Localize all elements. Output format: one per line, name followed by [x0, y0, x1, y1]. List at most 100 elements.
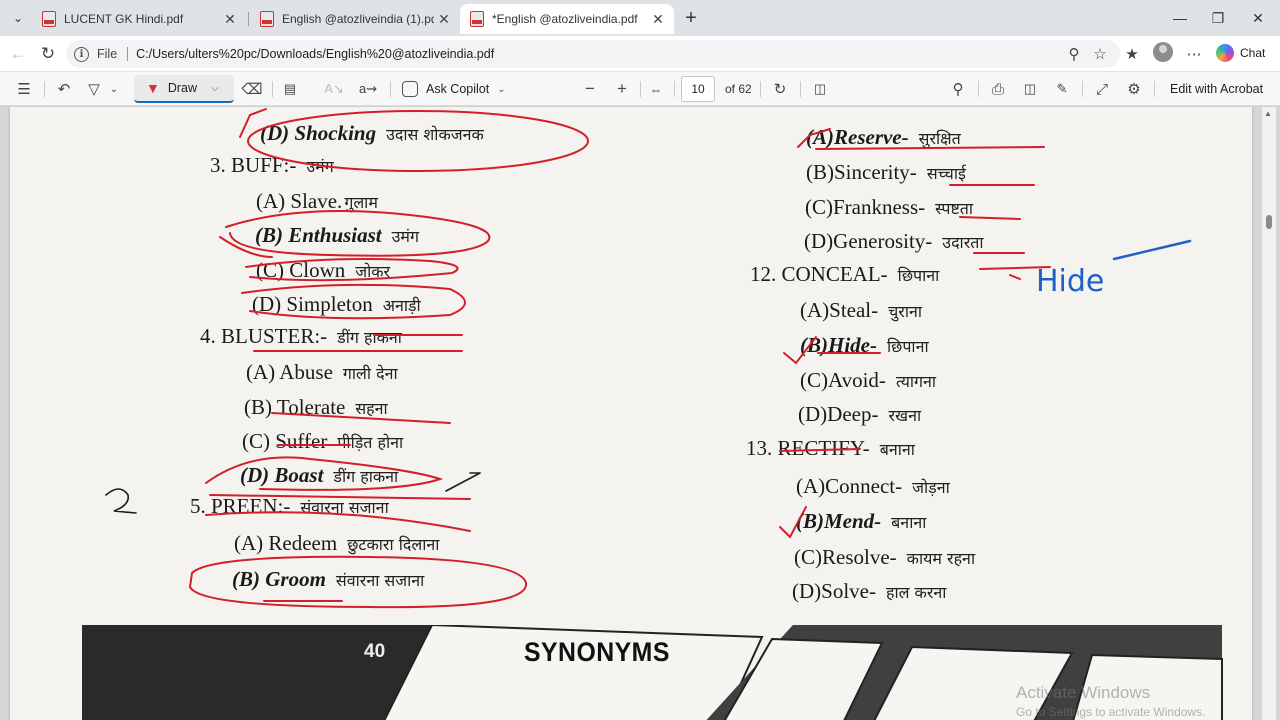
toolbar-separator [978, 81, 979, 97]
toolbar-separator [800, 81, 801, 97]
fullscreen-icon[interactable]: ⤢ [1090, 77, 1114, 101]
zoom-out-icon[interactable]: − [578, 77, 602, 101]
ink-underline-reserve [815, 146, 1045, 150]
address-bar[interactable]: i File C:/Users/ulters%20pc/Downloads/En… [66, 40, 1120, 68]
ink-underline-rectify [779, 448, 861, 452]
zoom-icon[interactable]: ⚲ [1062, 42, 1086, 66]
ink-circle-clown [245, 258, 459, 282]
toolbar-separator [760, 81, 761, 97]
toolbar-separator [674, 81, 675, 97]
ink-tick-black [445, 472, 481, 492]
close-tab-icon[interactable]: ✕ [434, 9, 454, 29]
pdf-file-icon [42, 11, 56, 27]
tab-title: *English @atozliveindia.pdf [492, 12, 638, 26]
toolbar-separator [272, 81, 273, 97]
activate-windows-title: Activate Windows [1016, 683, 1151, 702]
contents-icon[interactable]: ☰ [12, 77, 36, 101]
tab-actions-menu-icon[interactable]: ⌄ [6, 6, 30, 30]
toolbar-separator [44, 81, 45, 97]
read-aloud-icon[interactable]: a⇝ [356, 77, 380, 101]
ink-tick-mend [779, 506, 807, 539]
save-icon[interactable]: ◫ [1018, 77, 1042, 101]
tab-lucent-gk[interactable]: LUCENT GK Hindi.pdf ✕ [32, 4, 246, 34]
toolbar-separator [1082, 81, 1083, 97]
rotate-icon[interactable]: ↻ [768, 77, 792, 101]
ink-stroke [1009, 274, 1021, 280]
ink-underline-frankness [959, 216, 1021, 220]
ask-copilot-button[interactable]: Ask Copilot ⌄ [402, 77, 506, 101]
pen-icon: ▼ [146, 80, 160, 96]
more-options-icon[interactable]: ⋯ [1182, 42, 1206, 66]
draw-label: Draw [167, 81, 198, 95]
fit-page-icon[interactable]: ⇔ [644, 77, 668, 101]
reload-icon[interactable]: ↻ [36, 42, 60, 66]
favorite-star-icon[interactable]: ☆ [1088, 42, 1112, 66]
ask-copilot-label: Ask Copilot [426, 82, 490, 96]
ink-numeral [105, 488, 137, 514]
site-info-icon[interactable]: i [74, 46, 89, 62]
url-path: C:/Users/ulters%20pc/Downloads/English%2… [136, 47, 495, 61]
edit-with-acrobat-button[interactable]: Edit with Acrobat [1170, 82, 1263, 96]
toolbar-separator [640, 81, 641, 97]
document-viewer: (D) Shocking उदास शोकजनक 3. BUFF:- उमंग (A… [0, 107, 1280, 720]
ink-box-groom [188, 555, 528, 609]
pdf-file-icon [260, 11, 274, 27]
toolbar-separator [390, 81, 391, 97]
page-total: of 62 [725, 82, 752, 96]
text-box-icon[interactable]: ▤ [278, 77, 302, 101]
ink-circle-boast [205, 456, 444, 491]
back-icon[interactable]: ← [6, 42, 30, 66]
settings-icon[interactable]: ⚙ [1122, 77, 1146, 101]
tab-title: LUCENT GK Hindi.pdf [64, 12, 184, 26]
tab-separator [248, 12, 249, 26]
activate-windows-subtitle: Go to Settings to activate Windows. [1016, 705, 1206, 719]
save-as-icon[interactable]: ✎ [1050, 77, 1074, 101]
tab-english-1[interactable]: English @atozliveindia (1).pdf ✕ [250, 4, 460, 34]
close-tab-icon[interactable]: ✕ [648, 9, 668, 29]
page-view-icon[interactable]: ◫ [808, 77, 832, 101]
tab-title: English @atozliveindia (1).pdf [282, 12, 434, 26]
highlight-icon[interactable]: ▽ [82, 77, 106, 101]
ink-tick-hide [783, 336, 817, 365]
ink-stroke [219, 236, 273, 258]
vertical-scrollbar[interactable]: ▲ [1262, 107, 1276, 720]
copilot-chat-button[interactable]: Chat [1216, 42, 1265, 64]
search-icon[interactable]: ⚲ [946, 77, 970, 101]
ink-underline-preen [209, 494, 471, 500]
ink-circle-shocking [247, 110, 589, 172]
pdf-file-icon [470, 11, 484, 27]
draw-button[interactable]: ▼ Draw ⌵ [134, 75, 234, 103]
page-number-input[interactable]: 10 [681, 76, 715, 102]
ink-tick-reserve [797, 128, 831, 148]
new-tab-icon[interactable]: + [680, 7, 702, 29]
favorites-icon[interactable]: ★ [1120, 42, 1144, 66]
text-formatting-icon: A↘ [324, 81, 344, 96]
section-title: SYNONYMS [524, 637, 670, 667]
close-window-icon[interactable]: ✕ [1238, 6, 1278, 30]
ink-underline-tolerate [271, 412, 451, 424]
ink-blue-stroke [1112, 239, 1192, 261]
page-number-label: 40 [364, 641, 386, 662]
close-tab-icon[interactable]: ✕ [220, 9, 240, 29]
scroll-up-icon[interactable]: ▲ [1264, 109, 1272, 118]
zoom-in-icon[interactable]: + [610, 77, 634, 101]
tab-bar: ⌄ LUCENT GK Hindi.pdf ✕ English @atozliv… [0, 0, 1280, 36]
pdf-page: (D) Shocking उदास शोकजनक 3. BUFF:- उमंग (A… [10, 107, 1252, 720]
scroll-thumb[interactable] [1266, 215, 1272, 229]
copilot-icon [1216, 44, 1234, 62]
tab-english-active[interactable]: *English @atozliveindia.pdf ✕ [460, 4, 674, 34]
pdf-toolbar: ☰ ↶ ▽ ⌄ ▼ Draw ⌵ ⌫ ▤ A↘ a⇝ Ask Copilot ⌄… [0, 72, 1280, 106]
handwritten-note: Hide [1036, 264, 1104, 299]
ink-circle-simpleton [241, 283, 466, 320]
chevron-down-icon: ⌵ [211, 82, 219, 94]
print-icon[interactable]: ⎙ [986, 77, 1010, 101]
url-divider [127, 47, 129, 61]
highlight-options-chevron-icon[interactable]: ⌄ [106, 77, 122, 101]
profile-avatar[interactable] [1153, 42, 1173, 62]
erase-icon[interactable]: ⌫ [240, 77, 264, 101]
undo-icon[interactable]: ↶ [52, 77, 76, 101]
chat-label: Chat [1240, 46, 1266, 60]
minimize-icon[interactable]: — [1160, 6, 1200, 30]
restore-icon[interactable]: ❐ [1198, 6, 1238, 30]
ask-copilot-icon [402, 81, 418, 97]
